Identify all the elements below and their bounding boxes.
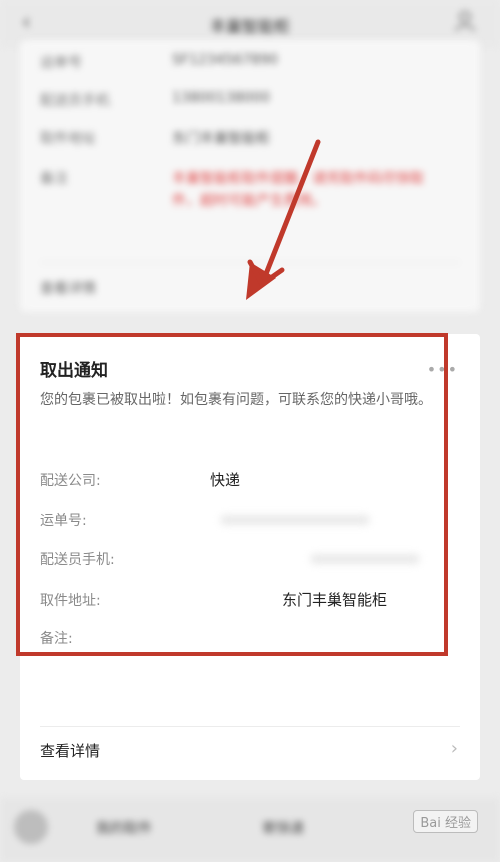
row-label: 取件地址 [40, 131, 96, 147]
divider [40, 262, 460, 263]
view-detail-link[interactable]: 查看详情 [40, 278, 96, 298]
field-label-courier-phone: 配送员手机: [40, 552, 115, 568]
notice-description: 您的包裹已被取出啦！如包裹有问题，可联系您的快递小哥哦。 [40, 392, 432, 408]
my-pickup-button[interactable]: 我的取件 [96, 818, 152, 838]
info-row: 备注 丰巢智能柜取件提醒，请凭取件码尽快取件，超时可能产生费用。 [40, 168, 424, 209]
field-label-remark: 备注: [40, 631, 73, 647]
redacted-value [220, 515, 370, 525]
row-value: 13800138000 [172, 90, 270, 106]
user-icon[interactable] [454, 10, 476, 32]
field-label-waybill: 运单号: [40, 513, 87, 529]
field-value-address: 东门丰巢智能柜 [282, 591, 388, 609]
chevron-right-icon[interactable]: › [451, 738, 458, 759]
field-label-address: 取件地址: [40, 593, 101, 609]
field-value-company: 快递 [210, 471, 241, 489]
row-label: 配送员手机 [40, 93, 110, 109]
info-row: 配送员手机 13800138000 [40, 90, 270, 110]
field-label-company: 配送公司: [40, 473, 101, 489]
row-label: 备注 [40, 171, 68, 187]
more-icon[interactable]: ••• [427, 360, 458, 379]
info-row: 取件地址 东门丰巢智能柜 [40, 128, 270, 148]
page-title: 丰巢智能柜 [209, 17, 290, 36]
previous-notice-card: 运单号 SF1234567890 配送员手机 13800138000 取件地址 … [20, 40, 480, 312]
view-detail-link[interactable]: 查看详情 [40, 740, 100, 761]
send-express-button[interactable]: 寄快递 [262, 818, 304, 838]
avatar[interactable] [14, 810, 48, 844]
watermark: Bai 经验 [413, 810, 478, 833]
redacted-value [310, 554, 420, 564]
divider [40, 726, 460, 727]
pickup-notice-card: 取出通知 ••• 您的包裹已被取出啦！如包裹有问题，可联系您的快递小哥哦。 配送… [20, 334, 480, 780]
row-value: SF1234567890 [172, 52, 279, 68]
row-value-note: 丰巢智能柜取件提醒，请凭取件码尽快取件，超时可能产生费用。 [172, 171, 424, 209]
row-value: 东门丰巢智能柜 [172, 131, 270, 147]
row-label: 运单号 [40, 55, 82, 71]
notice-title: 取出通知 [40, 361, 108, 381]
info-row: 运单号 SF1234567890 [40, 52, 278, 72]
